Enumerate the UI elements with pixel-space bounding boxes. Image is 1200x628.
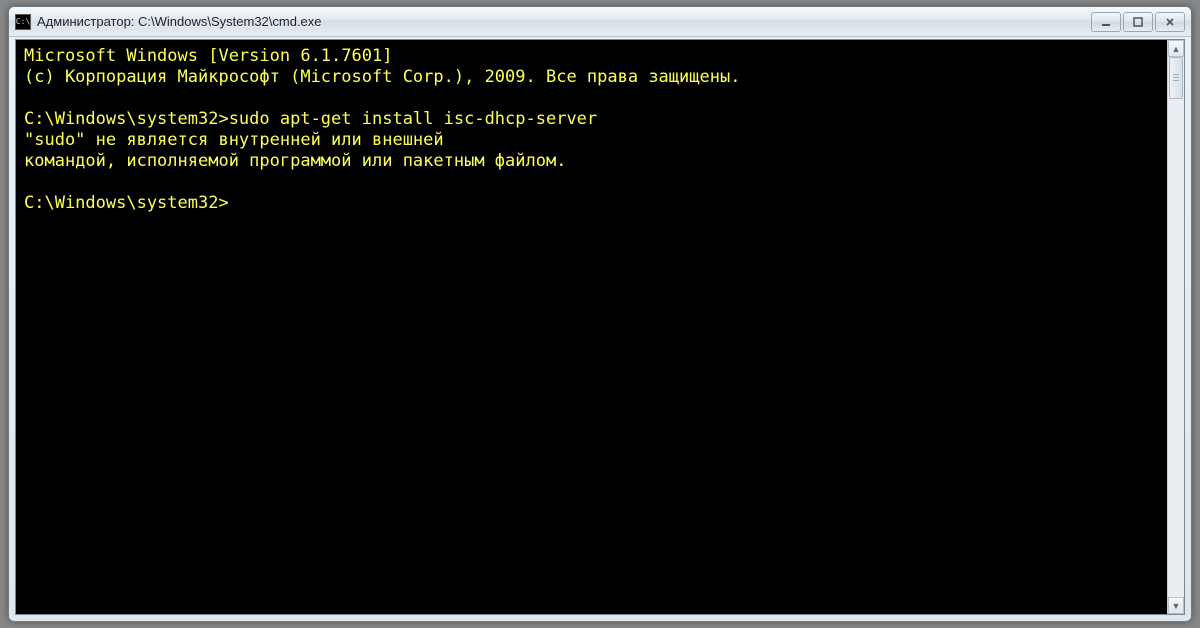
titlebar[interactable]: C:\ Администратор: C:\Windows\System32\c…	[9, 7, 1191, 37]
close-icon	[1164, 16, 1176, 28]
minimize-button[interactable]	[1091, 12, 1121, 32]
terminal-line: C:\Windows\system32>sudo apt-get install…	[24, 109, 1159, 130]
maximize-button[interactable]	[1123, 12, 1153, 32]
window-controls	[1091, 12, 1185, 32]
terminal-output[interactable]: Microsoft Windows [Version 6.1.7601](c) …	[16, 40, 1167, 614]
terminal-line: командой, исполняемой программой или пак…	[24, 151, 1159, 172]
terminal-line: (c) Корпорация Майкрософт (Microsoft Cor…	[24, 67, 1159, 88]
window-title: Администратор: C:\Windows\System32\cmd.e…	[37, 14, 1091, 29]
vertical-scrollbar[interactable]: ▲ ▼	[1167, 40, 1184, 614]
terminal-line: C:\Windows\system32>	[24, 193, 1159, 214]
scroll-up-button[interactable]: ▲	[1168, 40, 1184, 57]
scroll-down-button[interactable]: ▼	[1168, 597, 1184, 614]
close-button[interactable]	[1155, 12, 1185, 32]
cmd-window: C:\ Администратор: C:\Windows\System32\c…	[8, 6, 1192, 622]
chevron-down-icon: ▼	[1172, 601, 1181, 611]
terminal-line: Microsoft Windows [Version 6.1.7601]	[24, 46, 1159, 67]
terminal-line	[24, 88, 1159, 109]
client-area: Microsoft Windows [Version 6.1.7601](c) …	[15, 39, 1185, 615]
minimize-icon	[1100, 16, 1112, 28]
scrollbar-track[interactable]	[1168, 57, 1184, 597]
cmd-icon: C:\	[15, 14, 31, 30]
maximize-icon	[1132, 16, 1144, 28]
chevron-up-icon: ▲	[1172, 44, 1181, 54]
scrollbar-thumb[interactable]	[1169, 57, 1183, 99]
terminal-line	[24, 172, 1159, 193]
terminal-line: "sudo" не является внутренней или внешне…	[24, 130, 1159, 151]
